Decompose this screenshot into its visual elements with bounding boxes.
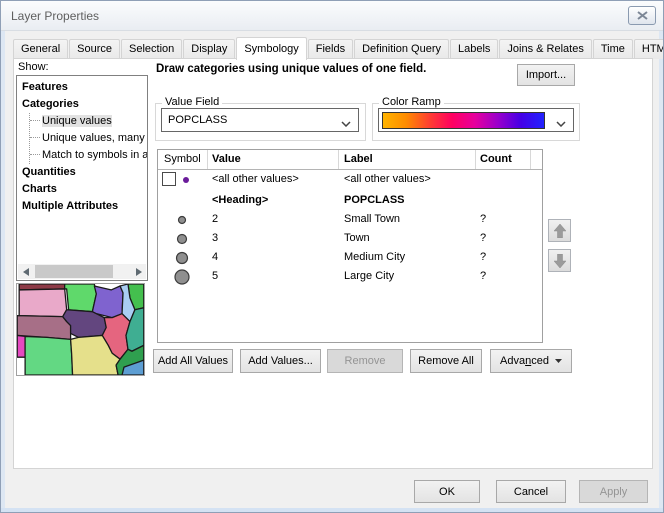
tab-display[interactable]: Display bbox=[183, 39, 235, 59]
header-value: Value bbox=[212, 153, 241, 165]
apply-button[interactable]: Apply bbox=[579, 480, 648, 503]
map-region-wisconsin bbox=[92, 286, 123, 318]
tab-source[interactable]: Source bbox=[69, 39, 120, 59]
show-item-unique-values[interactable]: Unique values bbox=[30, 113, 147, 130]
all-other-values-checkbox[interactable] bbox=[162, 172, 176, 186]
point-symbol-icon bbox=[172, 230, 192, 248]
tab-joins-relates[interactable]: Joins & Relates bbox=[499, 39, 591, 59]
ok-button[interactable]: OK bbox=[414, 480, 480, 503]
scroll-left-icon[interactable] bbox=[18, 264, 33, 279]
value-field-selected: POPCLASS bbox=[168, 114, 227, 126]
color-ramp-gradient bbox=[382, 112, 545, 129]
advanced-button[interactable]: Advanced bbox=[490, 349, 572, 373]
add-all-values-button[interactable]: Add All Values bbox=[153, 349, 233, 373]
table-row-heading[interactable]: <Heading> POPCLASS bbox=[158, 191, 542, 210]
dialog-frame-bottom bbox=[1, 508, 663, 512]
method-description: Draw categories using unique values of o… bbox=[156, 63, 426, 75]
show-item-multiple-attributes[interactable]: Multiple Attributes bbox=[22, 198, 147, 215]
window-title: Layer Properties bbox=[11, 9, 99, 23]
map-region-kansas bbox=[25, 336, 72, 375]
table-row-large-city[interactable]: 5 Large City ? bbox=[158, 267, 542, 286]
value-field-dropdown[interactable]: POPCLASS bbox=[161, 108, 359, 132]
tree-branch-icon bbox=[30, 120, 40, 121]
column-separator bbox=[338, 150, 339, 169]
tab-labels[interactable]: Labels bbox=[450, 39, 498, 59]
close-icon bbox=[637, 11, 648, 20]
table-row-small-town[interactable]: 2 Small Town ? bbox=[158, 210, 542, 229]
close-button[interactable] bbox=[628, 6, 656, 25]
advanced-label: Advanced bbox=[500, 355, 549, 367]
show-item-charts[interactable]: Charts bbox=[22, 181, 147, 198]
show-panel-hscrollbar[interactable] bbox=[18, 264, 146, 279]
cancel-button[interactable]: Cancel bbox=[496, 480, 566, 503]
title-bar[interactable]: Layer Properties bbox=[1, 1, 663, 31]
table-row-medium-city[interactable]: 4 Medium City ? bbox=[158, 248, 542, 267]
dialog-frame-left bbox=[1, 31, 5, 512]
column-separator bbox=[207, 150, 208, 169]
symbology-tab-page: Show: Features Categories Unique values … bbox=[13, 58, 653, 469]
color-ramp-group-label: Color Ramp bbox=[379, 96, 444, 108]
header-label: Label bbox=[344, 153, 373, 165]
header-symbol: Symbol bbox=[164, 153, 201, 165]
layer-properties-dialog: Layer Properties General Source Selectio… bbox=[0, 0, 664, 513]
map-preview-svg bbox=[17, 284, 144, 375]
header-count: Count bbox=[480, 153, 512, 165]
show-item-match-symbols[interactable]: Match to symbols in a bbox=[30, 147, 147, 164]
symbol-cell bbox=[158, 248, 207, 267]
scroll-right-icon[interactable] bbox=[131, 264, 146, 279]
scrollbar-thumb[interactable] bbox=[35, 265, 113, 278]
point-symbol-icon bbox=[180, 171, 192, 187]
arrow-down-icon bbox=[554, 254, 566, 268]
tree-branch-icon bbox=[30, 137, 40, 138]
column-separator bbox=[475, 150, 476, 169]
tab-general[interactable]: General bbox=[13, 39, 68, 59]
point-symbol-icon bbox=[172, 268, 192, 286]
dialog-frame-right bbox=[659, 31, 663, 512]
chevron-down-icon bbox=[341, 118, 351, 130]
tab-html-popup[interactable]: HTML Popup bbox=[634, 39, 664, 59]
map-region-minnesota bbox=[65, 284, 97, 312]
symbol-cell bbox=[158, 267, 207, 286]
table-row-town[interactable]: 3 Town ? bbox=[158, 229, 542, 248]
move-up-button[interactable] bbox=[548, 219, 571, 242]
import-button[interactable]: Import... bbox=[517, 64, 575, 86]
add-values-button[interactable]: Add Values... bbox=[240, 349, 321, 373]
tree-branch-icon bbox=[30, 154, 40, 155]
tab-bar: General Source Selection Display Symbolo… bbox=[13, 37, 657, 59]
symbol-cell bbox=[158, 229, 207, 248]
move-down-button[interactable] bbox=[548, 249, 571, 272]
values-table-header: Symbol Value Label Count bbox=[158, 150, 542, 170]
column-separator bbox=[530, 150, 531, 169]
show-label: Show: bbox=[18, 61, 49, 73]
tab-definition-query[interactable]: Definition Query bbox=[354, 39, 449, 59]
show-panel-tree: Features Categories Unique values Unique… bbox=[16, 75, 148, 281]
tab-fields[interactable]: Fields bbox=[308, 39, 353, 59]
show-item-unique-values-many[interactable]: Unique values, many bbox=[30, 130, 147, 147]
point-symbol-icon bbox=[172, 211, 192, 229]
show-item-categories[interactable]: Categories bbox=[22, 96, 147, 113]
symbology-preview-map bbox=[16, 283, 145, 376]
symbol-cell bbox=[158, 210, 207, 229]
arrow-up-icon bbox=[554, 224, 566, 238]
remove-all-button[interactable]: Remove All bbox=[410, 349, 482, 373]
show-item-quantities[interactable]: Quantities bbox=[22, 164, 147, 181]
map-region-south-dakota bbox=[19, 289, 66, 317]
map-region-colorado bbox=[17, 335, 25, 357]
show-item-features[interactable]: Features bbox=[22, 79, 147, 96]
color-ramp-dropdown[interactable] bbox=[378, 108, 574, 132]
tab-symbology[interactable]: Symbology bbox=[236, 37, 306, 60]
point-symbol-icon bbox=[172, 249, 192, 267]
values-table: Symbol Value Label Count <all other valu… bbox=[157, 149, 543, 343]
table-row-all-other-values[interactable]: <all other values> <all other values> bbox=[158, 170, 542, 191]
chevron-down-icon bbox=[556, 118, 566, 130]
categories-children: Unique values Unique values, many Match … bbox=[29, 113, 147, 164]
symbol-cell bbox=[158, 170, 207, 189]
value-field-group-label: Value Field bbox=[162, 96, 222, 108]
tab-time[interactable]: Time bbox=[593, 39, 633, 59]
remove-button[interactable]: Remove bbox=[327, 349, 403, 373]
tab-selection[interactable]: Selection bbox=[121, 39, 182, 59]
dropdown-arrow-icon bbox=[555, 359, 562, 363]
